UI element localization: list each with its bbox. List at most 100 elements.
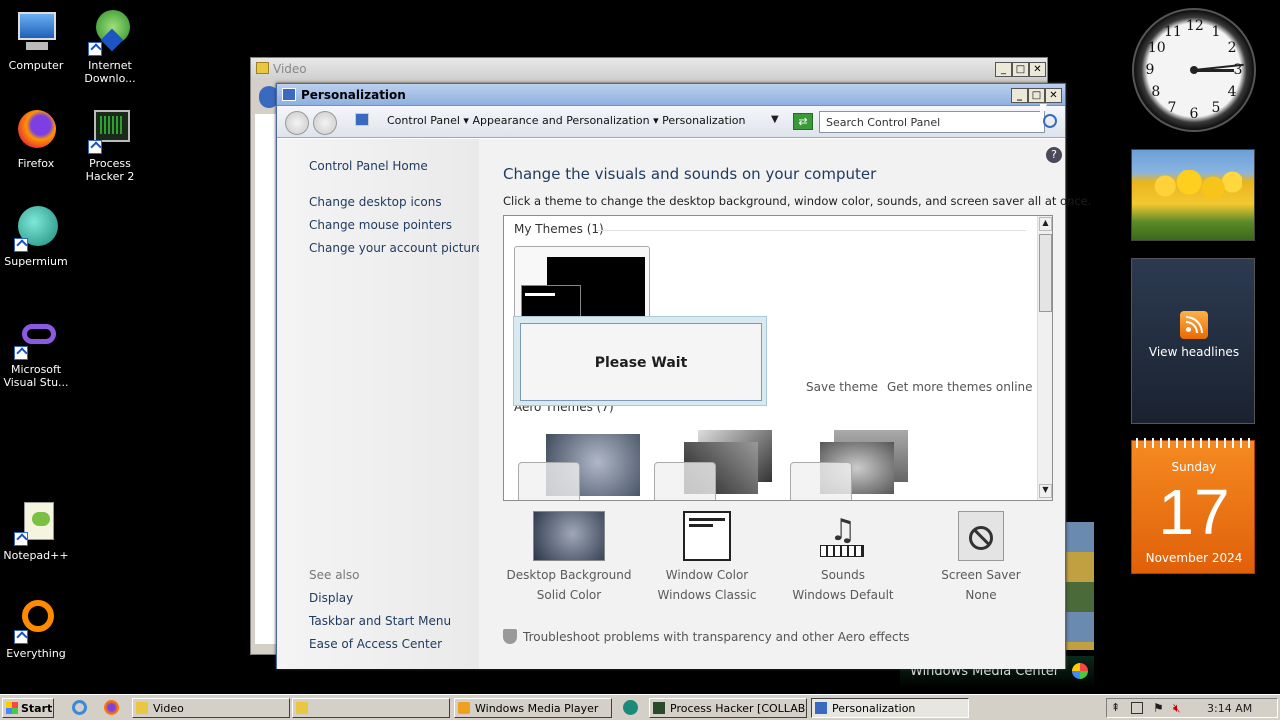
supermium-taskbar-icon[interactable] [623,700,638,715]
theme-list-scrollbar[interactable]: ▲ ▼ [1037,216,1052,500]
desktop-icon-process-hacker[interactable]: Process Hacker 2 [72,106,148,183]
refresh-icon[interactable]: ⇄ [793,113,813,130]
tray-clock[interactable]: 3:14 AM [1207,702,1252,715]
mouse-cursor-icon [1040,104,1047,122]
troubleshoot-link[interactable]: Troubleshoot problems with transparency … [523,630,910,644]
desktop-icon-firefox[interactable]: Firefox [0,106,74,170]
desktop-background-setting[interactable]: Desktop Background Solid Color [505,511,633,605]
close-button[interactable]: ✕ [1029,62,1046,77]
link-taskbar-start-menu[interactable]: Taskbar and Start Menu [309,614,451,628]
tulips-image [1146,170,1242,210]
tray-network-icon[interactable] [1131,702,1143,714]
screen-saver-setting[interactable]: Screen Saver None [917,511,1045,605]
task-process-hacker[interactable]: Process Hacker [COLLAB... [649,698,807,718]
calendar-rings [1136,438,1252,448]
clock-number: 2 [1227,40,1237,56]
quicklaunch-firefox-icon[interactable] [104,700,119,715]
scroll-thumb[interactable] [1039,234,1052,312]
desktop-icon-internet-download[interactable]: Internet Downlo... [72,8,148,85]
clock-number: 9 [1145,62,1155,78]
taskbar: Start Video Windows Media Player Process… [0,694,1280,720]
theme-thumbnail-nature[interactable] [790,430,914,500]
media-center-window[interactable] [1066,522,1094,650]
desktop-background-value: Solid Color [536,588,602,602]
desktop-background-icon [533,511,605,561]
desktop-icon-label: Firefox [17,157,55,170]
shield-icon [503,629,517,644]
control-panel-icon [815,702,827,714]
desktop-icon-computer[interactable]: Computer [0,8,74,72]
help-icon[interactable]: ? [1046,147,1062,163]
link-ease-of-access[interactable]: Ease of Access Center [309,637,442,651]
desktop-icon-label: Notepad++ [3,549,69,562]
address-dropdown-icon[interactable]: ▼ [771,114,779,125]
desktop-icon-notepadpp[interactable]: Notepad++ [0,498,74,562]
scroll-down-arrow[interactable]: ▼ [1039,484,1052,498]
folder-icon [136,702,148,714]
window-color-setting[interactable]: Window Color Windows Classic [643,511,771,605]
breadcrumb-item[interactable]: Appearance and Personalization ▾ [472,114,662,127]
folder-icon [256,62,269,74]
save-theme-link[interactable]: Save theme [806,380,878,394]
sounds-setting[interactable]: ♫ Sounds Windows Default [779,511,907,605]
personalization-titlebar[interactable]: Personalization _ □ ✕ [277,84,1065,106]
clock-number: 6 [1189,106,1199,122]
forward-button[interactable] [313,111,337,135]
tray-flag-icon[interactable]: ⚑ [1153,701,1164,715]
desktop-icon-everything[interactable]: Everything [0,596,74,660]
quicklaunch-ie-icon[interactable] [72,700,87,715]
link-change-account-picture[interactable]: Change your account picture [309,241,483,255]
page-subheading: Click a theme to change the desktop back… [503,194,1092,208]
slideshow-gadget[interactable] [1131,149,1255,241]
feed-gadget[interactable]: View headlines [1131,258,1255,424]
window-color-value: Windows Classic [657,588,757,602]
everything-icon [12,596,60,644]
personalization-window[interactable]: Personalization _ □ ✕ Control Panel ▾ Ap… [276,83,1091,669]
minimize-button[interactable]: _ [995,62,1012,77]
calendar-gadget[interactable]: Sunday 17 November 2024 [1131,438,1255,574]
desktop-icon-label: Process Hacker 2 [85,157,135,183]
link-change-mouse-pointers[interactable]: Change mouse pointers [309,218,452,232]
page-heading: Change the visuals and sounds on your co… [503,165,877,183]
please-wait-dialog: Please Wait [513,316,767,406]
breadcrumb-item[interactable]: Personalization [662,114,745,127]
task-personalization[interactable]: Personalization [811,698,969,718]
screen-saver-title: Screen Saver [941,568,1021,582]
start-button[interactable]: Start [2,698,54,718]
back-button[interactable] [285,111,309,135]
breadcrumb[interactable]: Control Panel ▾ Appearance and Personali… [349,110,789,132]
maximize-button[interactable]: □ [1012,62,1029,77]
calendar-weekday: Sunday [1171,460,1217,474]
control-panel-icon [282,88,296,101]
left-task-pane: Control Panel Home Change desktop icons … [277,139,483,669]
link-change-desktop-icons[interactable]: Change desktop icons [309,195,442,209]
firefox-icon [12,106,60,154]
task-explorer[interactable] [292,698,450,718]
please-wait-inner: Please Wait [520,323,762,401]
folder-icon [296,702,308,714]
get-more-themes-link[interactable]: Get more themes online [887,380,1033,394]
desktop-icon-label: Everything [6,647,66,660]
screen-saver-icon [958,511,1004,561]
tray-expand-icon[interactable]: ⇞ [1111,701,1120,714]
link-control-panel-home[interactable]: Control Panel Home [309,159,428,173]
desktop-icon-supermium[interactable]: Supermium [0,204,74,268]
tray-volume-icon[interactable]: 🔇︎ [1173,701,1181,716]
sounds-title: Sounds [820,568,866,582]
maximize-button[interactable]: □ [1028,88,1045,103]
theme-thumbnail-windows[interactable] [518,434,642,500]
view-headlines-link[interactable]: View headlines [1132,345,1256,359]
clock-gadget[interactable]: 12 1 2 3 4 5 6 7 8 9 10 11 [1132,8,1256,132]
scroll-up-arrow[interactable]: ▲ [1039,217,1052,231]
task-video[interactable]: Video [132,698,290,718]
desktop-icon-visual-studio[interactable]: Microsoft Visual Stu... [0,312,74,389]
link-display[interactable]: Display [309,591,353,605]
task-windows-media-player[interactable]: Windows Media Player [454,698,612,718]
search-input[interactable]: Search Control Panel [819,111,1045,133]
close-button[interactable]: ✕ [1045,88,1062,103]
breadcrumb-item[interactable]: Control Panel ▾ [387,114,472,127]
video-titlebar[interactable]: Video _ □ ✕ [251,58,1047,80]
theme-thumbnail-architecture[interactable] [654,430,778,500]
screen-saver-value: None [965,588,997,602]
minimize-button[interactable]: _ [1011,88,1028,103]
